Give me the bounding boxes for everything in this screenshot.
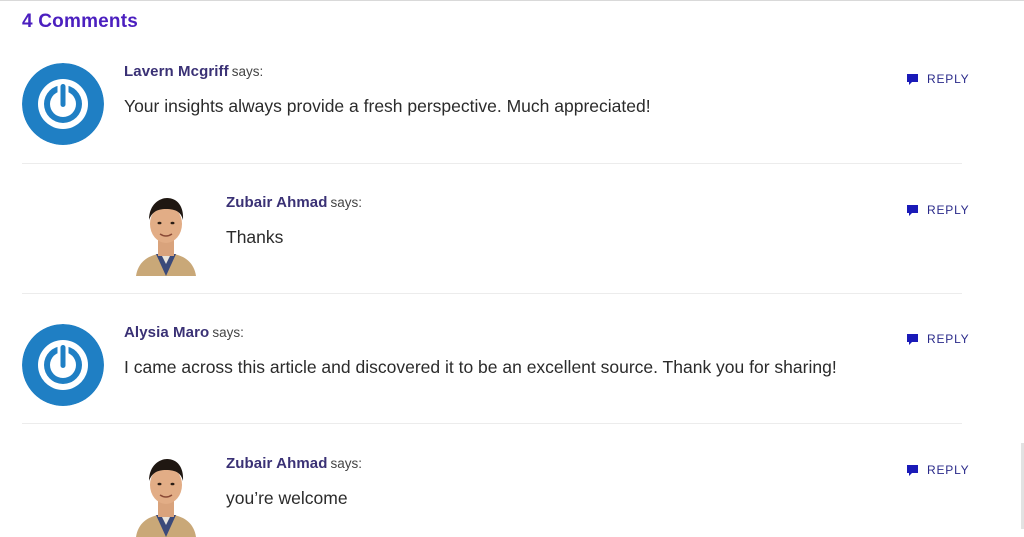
comment-bubble-icon [907,333,918,345]
reply-label: REPLY [927,72,970,86]
comment-text: Your insights always provide a fresh per… [124,96,651,116]
reply-button[interactable]: REPLY [906,332,969,346]
author-line: Zubair Ahmad says: [226,194,362,211]
author-line: Zubair Ahmad says: [226,455,362,472]
comments-heading: 4 Comments [22,11,139,32]
comment-text: Thanks [226,227,284,247]
divider [22,163,962,164]
author-name[interactable]: Lavern Mcgriff [124,63,229,80]
power-icon [22,324,104,406]
says-label: says: [231,64,264,79]
comment-bubble-icon [907,464,918,476]
author-name[interactable]: Alysia Maro [124,324,209,341]
comment-text: I came across this article and discovere… [124,357,837,377]
comment-bubble-icon [907,204,918,216]
says-label: says: [330,195,362,210]
reply-button[interactable]: REPLY [906,463,969,477]
author-line: Alysia Maro says: [124,324,244,341]
avatar [134,455,198,537]
reply-button[interactable]: REPLY [906,72,969,86]
says-label: says: [330,456,362,471]
reply-label: REPLY [927,203,970,217]
comments-section: 4 Comments Lavern Mcgriff says: Your insi… [0,0,1024,537]
author-line: Lavern Mcgriff says: [124,63,263,80]
comment-bubble-icon [907,73,918,85]
user-photo-icon [134,455,198,537]
avatar [22,63,104,145]
power-icon [22,63,104,145]
reply-label: REPLY [927,463,970,477]
divider [22,293,962,294]
avatar [134,194,198,276]
author-name[interactable]: Zubair Ahmad [226,455,327,472]
says-label: says: [212,325,244,340]
reply-label: REPLY [927,332,970,346]
author-name[interactable]: Zubair Ahmad [226,194,327,211]
comment-text: you’re welcome [226,488,348,508]
user-photo-icon [134,194,198,276]
reply-button[interactable]: REPLY [906,203,969,217]
divider [22,423,962,424]
avatar [22,324,104,406]
